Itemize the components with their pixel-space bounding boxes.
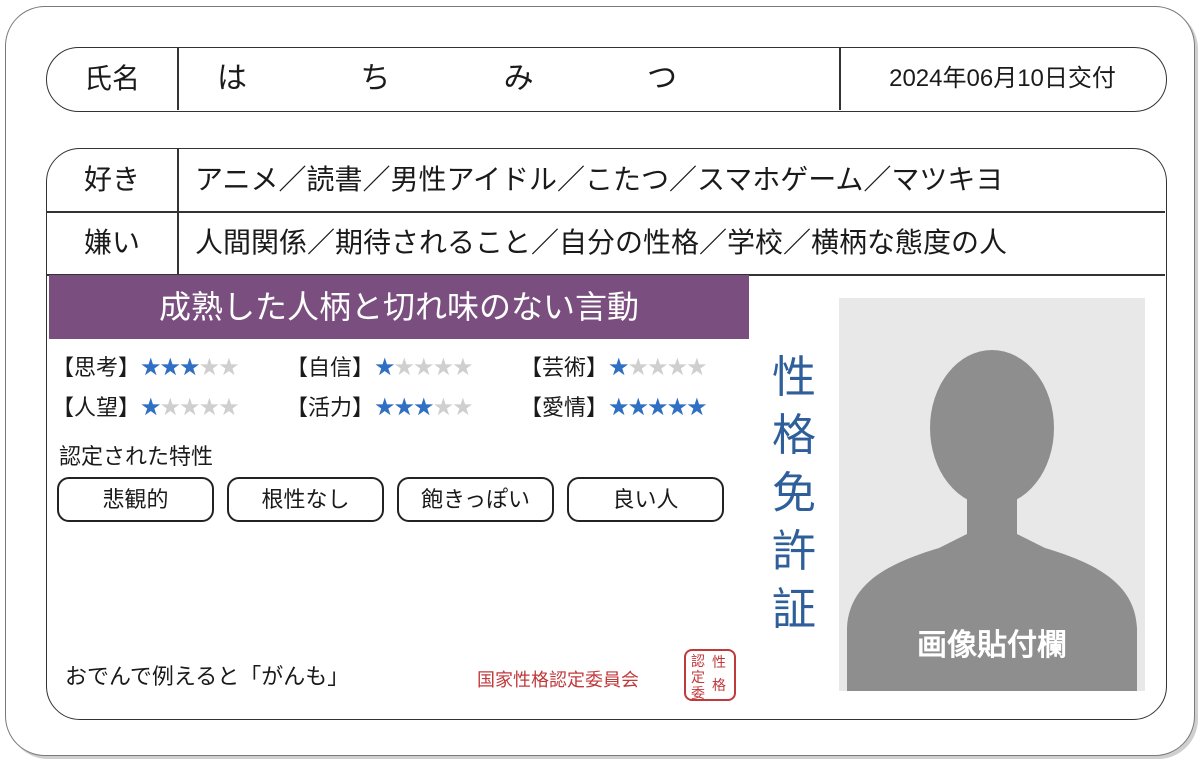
title-char: 証 [772, 584, 816, 635]
license-card: 氏名 は ち み つ 2024年06月10日交付 好き アニメ／読書／男性アイド… [5, 6, 1195, 756]
details-box: 好き アニメ／読書／男性アイドル／こたつ／スマホゲーム／マツキヨ 嫌い 人間関係… [46, 148, 1167, 720]
seal-char: 委 [691, 686, 705, 702]
rating-label: 【人望】 [52, 396, 141, 421]
star-filled-icon: ★★★★★ [608, 393, 706, 421]
seal-char: 格 [712, 678, 726, 694]
star-rating: ★★★★★ ★ [140, 389, 240, 425]
rating-item: 【人望】★★★★★ ★ [52, 389, 240, 427]
title-char: 許 [772, 526, 816, 577]
title-char: 格 [772, 410, 816, 461]
star-rating: ★★★★★ ★ [608, 349, 708, 385]
trait-tag: 飽きっぽい [397, 477, 554, 522]
star-filled-icon: ★ [140, 393, 160, 421]
star-filled-icon: ★★★ [140, 353, 199, 381]
name-row: 氏名 は ち み つ 2024年06月10日交付 [46, 47, 1167, 112]
name-char: ち [360, 61, 391, 96]
trait-tag: 根性なし [227, 477, 384, 522]
rating-item: 【思考】★★★★★ ★★★ [52, 349, 240, 387]
rating-item: 【活力】★★★★★ ★★★ [286, 389, 474, 427]
star-filled-icon: ★ [374, 353, 394, 381]
dislikes-label: 嫌い [83, 226, 140, 259]
name-value: は ち み つ [217, 48, 677, 110]
photo-label: 画像貼付欄 [917, 628, 1067, 663]
likes-row: 好き アニメ／読書／男性アイドル／こたつ／スマホゲーム／マツキヨ [47, 149, 1165, 211]
rating-label: 【思考】 [52, 356, 141, 381]
star-filled-icon: ★ [608, 353, 628, 381]
trait-tag: 悲観的 [57, 477, 214, 522]
personality-banner: 成熟した人柄と切れ味のない言動 [49, 275, 749, 339]
likes-value: アニメ／読書／男性アイドル／こたつ／スマホゲーム／マツキヨ [195, 163, 1004, 196]
star-rating: ★★★★★ ★★★ [140, 349, 240, 385]
title-char: 免 [772, 468, 816, 519]
rating-label: 【愛情】 [520, 396, 609, 421]
rating-item: 【自信】★★★★★ ★ [286, 349, 474, 387]
likes-label: 好き [83, 163, 140, 196]
rating-item: 【芸術】★★★★★ ★ [520, 349, 708, 387]
seal-stamp: 性 格 認 定 委 [684, 649, 736, 702]
name-char: み [503, 61, 534, 96]
title-char: 性 [772, 352, 816, 403]
photo-area: 画像貼付欄 [839, 298, 1145, 691]
dislikes-row: 嫌い 人間関係／期待されること／自分の性格／学校／横柄な態度の人 [47, 212, 1165, 274]
divider [177, 48, 179, 110]
name-char: は [217, 61, 247, 96]
seal-char: 性 [712, 655, 726, 671]
traits-title: 認定された特性 [59, 445, 214, 470]
oden-comparison: おでんで例えると「がんも」 [65, 665, 350, 690]
name-char: つ [646, 61, 677, 96]
star-filled-icon: ★★★ [374, 393, 433, 421]
star-rating: ★★★★★ ★★★ [374, 389, 474, 425]
dislikes-value: 人間関係／期待されること／自分の性格／学校／横柄な態度の人 [195, 226, 1008, 259]
rating-item: 【愛情】★★★★★ ★★★★★ [520, 389, 708, 427]
rating-label: 【芸術】 [520, 356, 609, 381]
issuer-name: 国家性格認定委員会 [477, 670, 639, 691]
rating-label: 【自信】 [286, 356, 375, 381]
rating-label: 【活力】 [286, 396, 375, 421]
issue-date: 2024年06月10日交付 [889, 65, 1116, 92]
name-label: 氏名 [83, 62, 140, 95]
divider [177, 149, 179, 274]
star-rating: ★★★★★ ★★★★★ [608, 389, 708, 425]
star-rating: ★★★★★ ★ [374, 349, 474, 385]
trait-tag: 良い人 [567, 477, 724, 522]
vertical-title: 性 格 免 許 証 [767, 349, 821, 639]
